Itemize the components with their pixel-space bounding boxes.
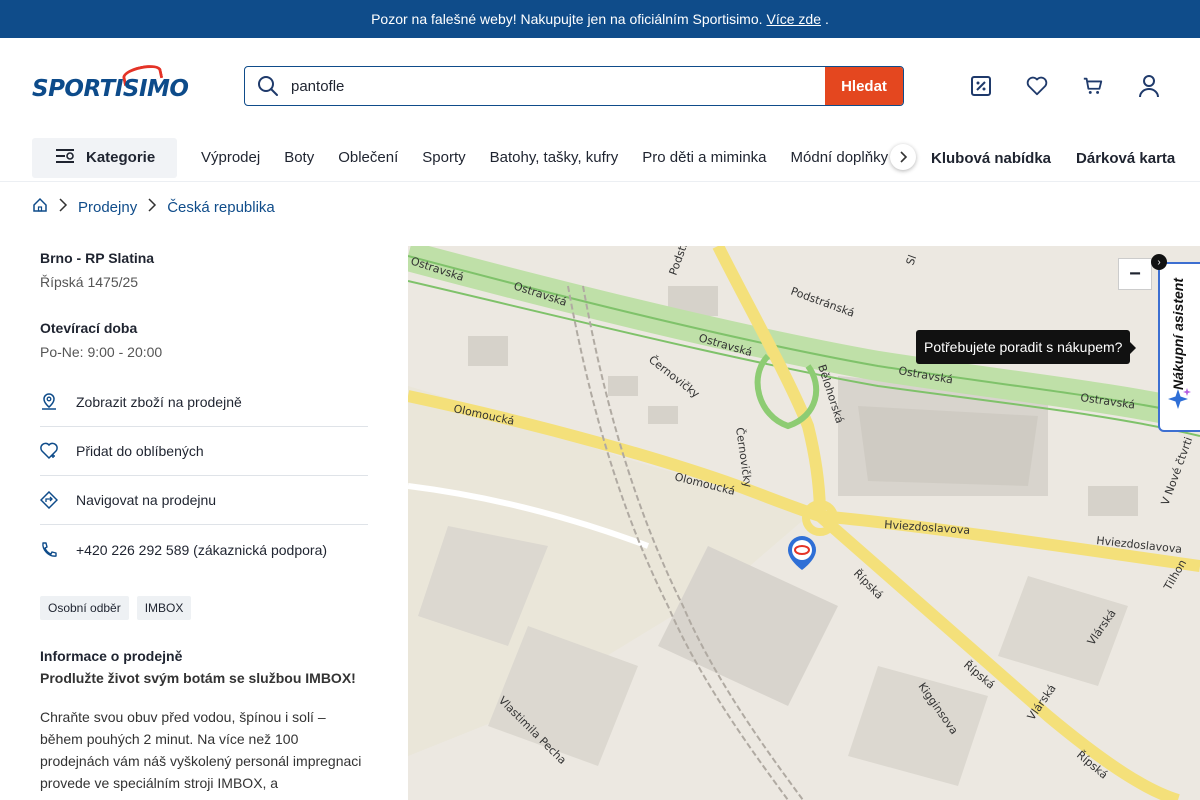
logo-text: SPORTISIMO xyxy=(32,76,189,102)
nav-item[interactable]: Módní doplňky xyxy=(791,149,889,166)
nav-items: Výprodej Boty Oblečení Sporty Batohy, ta… xyxy=(201,149,888,166)
nav-item[interactable]: Boty xyxy=(284,149,314,166)
store-actions: Zobrazit zboží na prodejně Přidat do obl… xyxy=(40,378,368,574)
categories-label: Kategorie xyxy=(86,149,156,166)
action-label: +420 226 292 589 (zákaznická podpora) xyxy=(76,541,328,558)
sportisimo-logo[interactable]: SPORTISIMO xyxy=(32,62,189,106)
add-favorite-action[interactable]: Přidat do oblíbených xyxy=(40,427,368,476)
home-icon[interactable] xyxy=(32,197,48,217)
nav-featured: Klubová nabídka Dárková karta xyxy=(931,134,1175,182)
assistant-close-icon[interactable]: › xyxy=(1151,254,1167,270)
store-address: Řípská 1475/25 xyxy=(40,274,139,290)
user-icon[interactable] xyxy=(1138,74,1160,98)
nav-club-offer[interactable]: Klubová nabídka xyxy=(931,150,1051,167)
search-button[interactable]: Hledat xyxy=(825,67,903,105)
sparkle-icon xyxy=(1168,387,1192,416)
info-title: Informace o prodejně xyxy=(40,648,183,664)
nav-item[interactable]: Oblečení xyxy=(338,149,398,166)
navigate-action[interactable]: Navigovat na prodejnu xyxy=(40,476,368,525)
phone-icon xyxy=(40,541,58,559)
store-details: Brno - RP Slatina Řípská 1475/25 Otevíra… xyxy=(40,246,368,794)
chevron-right-icon xyxy=(58,198,68,216)
chevron-right-icon xyxy=(147,198,157,216)
tag-imbox: IMBOX xyxy=(136,596,192,620)
action-label: Navigovat na prodejnu xyxy=(76,492,217,508)
assistant-label: Nákupní asistent xyxy=(1170,278,1186,391)
main-navigation: Kategorie Výprodej Boty Oblečení Sporty … xyxy=(0,134,1200,182)
nav-item[interactable]: Sporty xyxy=(422,149,465,166)
location-pin-icon xyxy=(40,393,58,411)
tag-pickup: Osobní odběr xyxy=(40,596,129,620)
breadcrumb-country[interactable]: Česká republika xyxy=(167,199,275,216)
directions-icon xyxy=(40,491,58,509)
heart-icon[interactable] xyxy=(1026,74,1048,98)
announcement-text: Pozor na falešné weby! Nakupujte jen na … xyxy=(371,11,763,27)
store-name: Brno - RP Slatina xyxy=(40,250,155,266)
cart-icon[interactable] xyxy=(1082,74,1104,98)
nav-item[interactable]: Pro děti a miminka xyxy=(642,149,766,166)
announcement-link[interactable]: Více zde xyxy=(767,11,821,27)
search-icon xyxy=(245,67,291,105)
breadcrumb: Prodejny Česká republika xyxy=(0,182,1200,232)
show-goods-action[interactable]: Zobrazit zboží na prodejně xyxy=(40,378,368,427)
nav-gift-card[interactable]: Dárková karta xyxy=(1076,150,1175,167)
announcement-bar: Pozor na falešné weby! Nakupujte jen na … xyxy=(0,0,1200,38)
heart-plus-icon xyxy=(40,442,58,460)
zoom-out-button[interactable]: − xyxy=(1118,258,1152,290)
assistant-tooltip: Potřebujete poradit s nákupem? xyxy=(916,330,1137,364)
hours-title: Otevírací doba xyxy=(40,320,138,336)
action-label: Přidat do oblíbených xyxy=(76,443,204,459)
menu-icon xyxy=(56,148,76,168)
shopping-assistant-tab[interactable]: › Nákupní asistent xyxy=(1151,254,1200,432)
nav-item[interactable]: Výprodej xyxy=(201,149,260,166)
categories-button[interactable]: Kategorie xyxy=(32,137,177,178)
announcement-tail: . xyxy=(825,11,829,27)
opening-hours: Po-Ne: 9:00 - 20:00 xyxy=(40,344,163,360)
store-tags: Osobní odběr IMBOX xyxy=(40,596,368,620)
discount-icon[interactable] xyxy=(970,74,992,98)
search-bar: Hledat xyxy=(244,66,904,106)
info-text: Chraňte svou obuv před vodou, špínou i s… xyxy=(40,709,362,791)
nav-scroll-right-icon[interactable] xyxy=(890,144,916,170)
search-input[interactable] xyxy=(291,67,825,105)
breadcrumb-stores[interactable]: Prodejny xyxy=(78,199,137,216)
site-header: SPORTISIMO Hledat xyxy=(0,38,1200,134)
action-label: Zobrazit zboží na prodejně xyxy=(76,394,242,410)
phone-action[interactable]: +420 226 292 589 (zákaznická podpora) xyxy=(40,525,368,574)
nav-item[interactable]: Batohy, tašky, kufry xyxy=(490,149,619,166)
info-highlight: Prodlužte život svým botám se službou IM… xyxy=(40,670,356,686)
header-icons xyxy=(970,74,1160,98)
